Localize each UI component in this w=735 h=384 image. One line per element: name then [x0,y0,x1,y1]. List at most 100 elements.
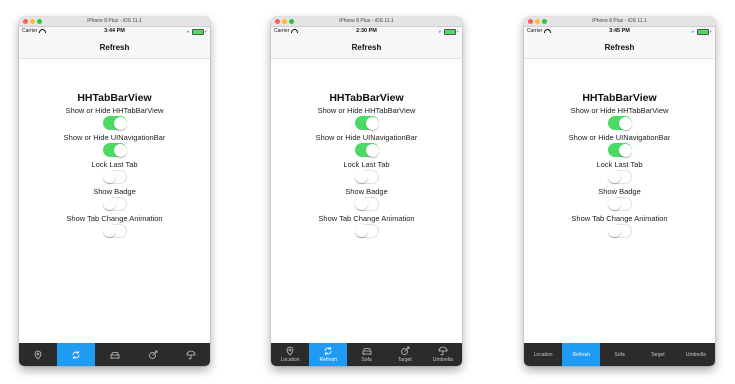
battery-icon [696,29,709,35]
tab-label: Target [397,357,412,363]
setting-label: Show or Hide HHTabBarView [317,106,416,115]
setting-label: Show Tab Change Animation [571,214,668,223]
status-bar: Carrier 2:30 PM ➤ + [271,27,462,36]
nav-title: Refresh [351,42,382,52]
page-heading: HHTabBarView [77,92,152,104]
tab-location[interactable]: Location [524,343,562,366]
umbrella-icon [186,350,196,359]
setting-label: Show Badge [93,187,136,196]
setting-label: Show Tab Change Animation [66,214,163,223]
tab-label: Refresh [572,352,591,358]
setting-label: Show Tab Change Animation [318,214,415,223]
tab-target[interactable]: Target [639,343,677,366]
tab-sofa[interactable]: Sofa [600,343,638,366]
status-time: 2:30 PM [356,28,377,34]
nav-title: Refresh [604,42,635,52]
toggle-show-tabbar[interactable] [354,116,379,130]
setting-label: Show or Hide HHTabBarView [65,106,164,115]
umbrella-icon [438,346,448,356]
setting-label: Show or Hide UINavigationBar [63,133,166,142]
status-bar: Carrier 3:44 PM ➤ + [19,27,210,36]
toggle-show-navbar[interactable] [102,143,127,157]
refresh-icon [72,350,80,359]
navigation-bar: Refresh [19,36,210,59]
toggle-show-badge[interactable] [102,197,127,211]
location-arrow-icon: ➤ [438,29,442,35]
tab-label: Location [280,357,300,363]
toggle-show-navbar[interactable] [607,143,632,157]
tab-location[interactable] [19,343,57,366]
page-heading: HHTabBarView [329,92,404,104]
tab-sofa[interactable]: Sofa [347,343,385,366]
charging-icon: + [204,29,207,35]
sofa-icon [110,351,119,359]
simulator-window-3: iPhone 8 Plus - iOS 11.1 Carrier 3:45 PM… [524,17,715,366]
toggle-show-navbar[interactable] [354,143,379,157]
tab-umbrella[interactable] [172,343,210,366]
target-icon [148,350,158,359]
tab-refresh[interactable] [57,343,96,366]
window-titlebar: iPhone 8 Plus - iOS 11.1 [19,17,210,27]
toggle-show-tabbar[interactable] [607,116,632,130]
toggle-show-tabbar[interactable] [102,116,127,130]
tab-label: Location [533,352,553,358]
battery-icon [191,29,204,35]
tab-label: Target [650,352,665,358]
settings-content: HHTabBarView Show or Hide HHTabBarView S… [524,92,715,241]
simulator-window-1: iPhone 8 Plus - iOS 11.1 Carrier 3:44 PM… [19,17,210,366]
charging-icon: + [456,29,459,35]
toggle-tab-animation[interactable] [607,224,632,238]
location-icon [34,350,42,360]
status-time: 3:45 PM [609,28,630,34]
page-heading: HHTabBarView [582,92,657,104]
location-arrow-icon: ➤ [691,29,695,35]
tab-label: Umbrella [685,352,706,358]
window-titlebar: iPhone 8 Plus - iOS 11.1 [524,17,715,27]
tab-refresh[interactable]: Refresh [562,343,601,366]
toggle-tab-animation[interactable] [354,224,379,238]
toggle-lock-last-tab[interactable] [102,170,127,184]
settings-content: HHTabBarView Show or Hide HHTabBarView S… [271,92,462,241]
setting-label: Lock Last Tab [596,160,643,169]
navigation-bar: Refresh [271,36,462,59]
tab-umbrella[interactable]: Umbrella [424,343,462,366]
tab-label: Sofa [361,357,372,363]
window-title: iPhone 8 Plus - iOS 11.1 [339,18,394,24]
setting-label: Show Badge [598,187,641,196]
navigation-bar: Refresh [524,36,715,59]
setting-label: Show or Hide UINavigationBar [568,133,671,142]
tab-refresh[interactable]: Refresh [309,343,348,366]
toggle-lock-last-tab[interactable] [354,170,379,184]
setting-label: Lock Last Tab [343,160,390,169]
toggle-show-badge[interactable] [607,197,632,211]
toggle-tab-animation[interactable] [102,224,127,238]
window-titlebar: iPhone 8 Plus - iOS 11.1 [271,17,462,27]
battery-icon [443,29,456,35]
setting-label: Show or Hide UINavigationBar [315,133,418,142]
setting-label: Show or Hide HHTabBarView [570,106,669,115]
window-title: iPhone 8 Plus - iOS 11.1 [87,18,142,24]
tab-label: Umbrella [432,357,453,363]
tab-bar: Location Refresh Sofa Target Umbrella [524,343,715,366]
tab-label: Refresh [319,357,338,363]
tab-umbrella[interactable]: Umbrella [677,343,715,366]
tab-target[interactable]: Target [386,343,424,366]
status-time: 3:44 PM [104,28,125,34]
tab-sofa[interactable] [95,343,133,366]
toggle-show-badge[interactable] [354,197,379,211]
location-arrow-icon: ➤ [186,29,190,35]
simulator-window-2: iPhone 8 Plus - iOS 11.1 Carrier 2:30 PM… [271,17,462,366]
status-bar: Carrier 3:45 PM ➤ + [524,27,715,36]
toggle-lock-last-tab[interactable] [607,170,632,184]
settings-content: HHTabBarView Show or Hide HHTabBarView S… [19,92,210,241]
tab-label: Sofa [614,352,625,358]
tab-location[interactable]: Location [271,343,309,366]
setting-label: Lock Last Tab [91,160,138,169]
tab-target[interactable] [134,343,172,366]
setting-label: Show Badge [345,187,388,196]
tab-bar [19,343,210,366]
refresh-icon [324,347,332,355]
tab-bar: Location Refresh Sofa Target Umbrella [271,343,462,366]
charging-icon: + [709,29,712,35]
window-title: iPhone 8 Plus - iOS 11.1 [592,18,647,24]
